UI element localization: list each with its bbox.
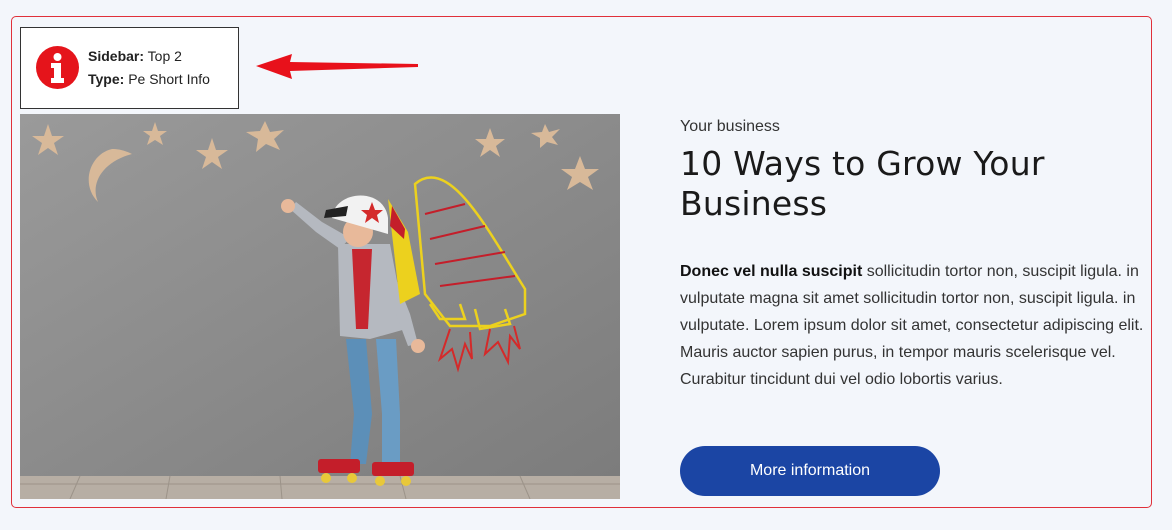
eyebrow-text: Your business xyxy=(680,118,780,135)
arrow-left-icon xyxy=(256,54,418,79)
module-info-box: Sidebar: Top 2 Type: Pe Short Info xyxy=(20,27,239,109)
more-information-button[interactable]: More information xyxy=(680,446,940,496)
info-icon xyxy=(36,46,79,89)
content-column: Your business 10 Ways to Grow Your Busin… xyxy=(680,116,1145,393)
type-line: Type: Pe Short Info xyxy=(88,68,210,91)
info-lines: Sidebar: Top 2 Type: Pe Short Info xyxy=(88,45,210,91)
body-rest: sollicitudin tortor non, suscipit ligula… xyxy=(680,263,1144,388)
hero-image xyxy=(20,114,620,499)
type-value: Pe Short Info xyxy=(128,71,210,87)
sidebar-label: Sidebar: xyxy=(88,48,145,64)
sidebar-value: Top 2 xyxy=(147,48,182,64)
type-label: Type: xyxy=(88,71,125,87)
body-text: Donec vel nulla suscipit sollicitudin to… xyxy=(680,258,1145,393)
body-bold: Donec vel nulla suscipit xyxy=(680,263,863,280)
sidebar-line: Sidebar: Top 2 xyxy=(88,45,210,68)
headline: 10 Ways to Grow Your Business xyxy=(680,144,1045,223)
